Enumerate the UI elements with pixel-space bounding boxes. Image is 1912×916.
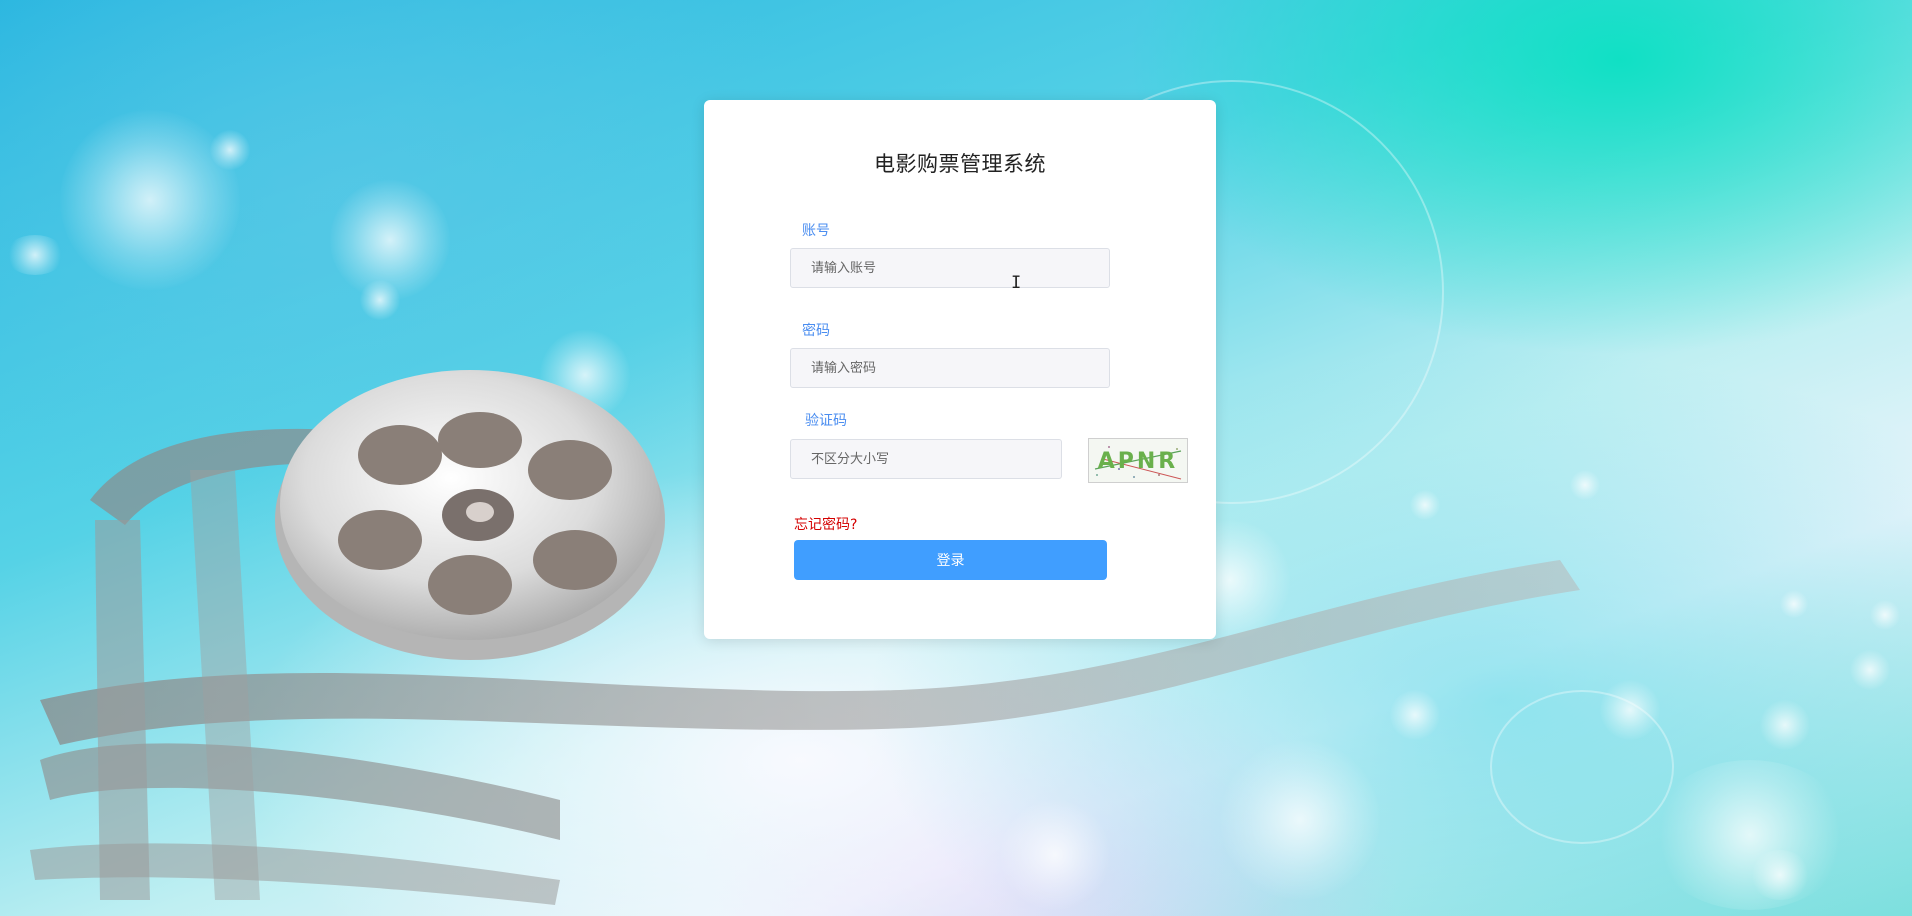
account-label: 账号 <box>802 223 830 239</box>
reel-hole <box>358 425 442 485</box>
captcha-image[interactable]: APNR <box>1088 438 1188 483</box>
reel-hole <box>533 530 617 590</box>
password-label: 密码 <box>802 323 830 339</box>
login-page-background: 电影购票管理系统 账号 密码 验证码 APNR 忘记密码? 登录 I <box>0 0 1912 916</box>
reel-hole <box>338 510 422 570</box>
captcha-text: APNR <box>1098 449 1179 474</box>
captcha-graphic: APNR <box>1094 446 1182 480</box>
film-strip <box>95 520 150 900</box>
page-title: 电影购票管理系统 <box>874 152 1046 176</box>
password-input[interactable] <box>790 348 1110 388</box>
captcha-input[interactable] <box>790 439 1062 479</box>
reel-hole <box>528 440 612 500</box>
forgot-password-link[interactable]: 忘记密码? <box>794 514 857 534</box>
reel-hole <box>428 555 512 615</box>
login-card: 电影购票管理系统 账号 密码 验证码 APNR 忘记密码? 登录 <box>704 100 1216 639</box>
reel-hub <box>466 502 494 522</box>
reel-hole <box>438 412 522 468</box>
captcha-label: 验证码 <box>805 413 847 429</box>
login-button[interactable]: 登录 <box>794 540 1107 580</box>
account-input[interactable] <box>790 248 1110 288</box>
